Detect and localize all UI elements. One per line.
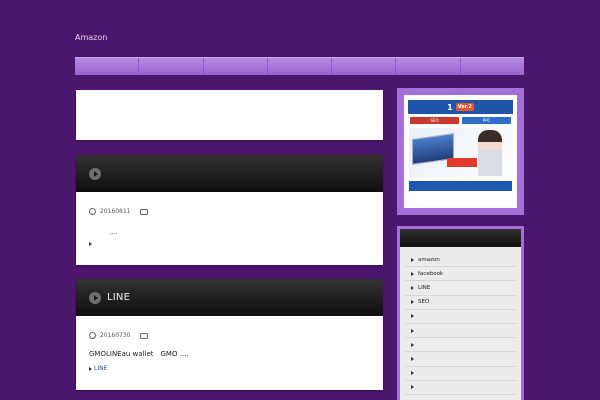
nav-item-3[interactable] [204,58,268,75]
banner-stamp [447,158,477,167]
tag-arrow-icon [89,366,92,371]
category-label: facebook [418,270,444,277]
tag-link-line[interactable]: LINE [94,365,107,372]
folder-icon [140,332,149,339]
arrow-right-icon [411,271,414,276]
sidebar-category-widget: amazon facebook LINE SEO [397,226,524,400]
arrow-right-icon [411,342,414,347]
arrow-right-icon [411,356,414,361]
post-excerpt: GMOLINEau wallet GMO .... [89,350,189,358]
banner-tags: SEO PPC [410,117,511,124]
post-date: 20160730 [99,332,131,339]
category-list: amazon facebook LINE SEO [400,253,521,395]
post-date-wrap: 20160730 [89,332,130,339]
clock-icon [89,332,96,339]
category-panel: amazon facebook LINE SEO [400,229,521,400]
sidebar-banner-widget: 1 Ver.2 SEO PPC [397,88,524,215]
banner-tag-ppc: PPC [462,117,511,124]
widget-header [400,229,521,247]
category-item[interactable]: LINE [405,281,516,296]
category-item[interactable] [405,381,516,395]
clock-icon [89,208,96,215]
nav-item-6[interactable] [396,58,461,75]
play-circle-icon [89,291,101,304]
banner-tag-seo: SEO [410,117,459,124]
category-label: SEO [418,299,430,306]
post-meta: 20160811 [89,208,383,215]
nav-item-5[interactable] [332,58,397,75]
banner-footer [409,181,512,191]
category-item[interactable] [405,367,516,381]
post-card: 20160811 .... [76,155,383,265]
main-navigation [75,57,524,75]
top-ad-panel [76,90,383,140]
folder-icon [140,208,149,215]
nav-item-7[interactable] [461,58,524,75]
post-header: LINE [76,279,383,316]
arrow-right-icon [411,328,414,333]
post-date-wrap: 20160811 [89,208,130,215]
post-tags: LINE [89,365,383,372]
arrow-right-icon [411,257,414,262]
category-item[interactable]: SEO [405,296,516,310]
banner-version-badge: Ver.2 [455,103,474,111]
arrow-right-icon [411,285,414,290]
post-tags [89,242,383,246]
post-card: LINE 20160730 GMOLINEau wallet GMO .... … [76,279,383,390]
person-photo [478,130,502,176]
category-label: LINE [418,284,431,291]
banner-graphic [409,128,512,178]
category-item[interactable]: amazon [405,253,516,268]
category-item[interactable] [405,310,516,324]
post-date: 20160811 [99,208,131,215]
tag-arrow-icon [89,242,92,246]
banner-brand: 1 Ver.2 [408,100,513,114]
arrow-right-icon [411,371,414,376]
category-label: amazon [418,256,440,263]
post-header [76,155,383,192]
nav-item-2[interactable] [139,58,204,75]
category-item[interactable] [405,338,516,353]
arrow-right-icon [411,385,414,390]
edgeplus-banner[interactable]: 1 Ver.2 SEO PPC [404,95,517,208]
post-meta: 20160730 [89,332,383,339]
post-title[interactable]: LINE [107,292,130,303]
arrow-right-icon [411,314,414,319]
category-item[interactable] [405,324,516,339]
site-title[interactable]: Amazon [75,33,107,42]
category-item[interactable] [405,352,516,367]
nav-item-1[interactable] [75,58,140,75]
nav-item-4[interactable] [268,58,333,75]
banner-brand-name: 1 [447,102,453,112]
post-excerpt: .... [110,229,118,236]
play-circle-icon [89,167,101,180]
category-item[interactable]: facebook [405,267,516,282]
arrow-right-icon [411,300,414,305]
